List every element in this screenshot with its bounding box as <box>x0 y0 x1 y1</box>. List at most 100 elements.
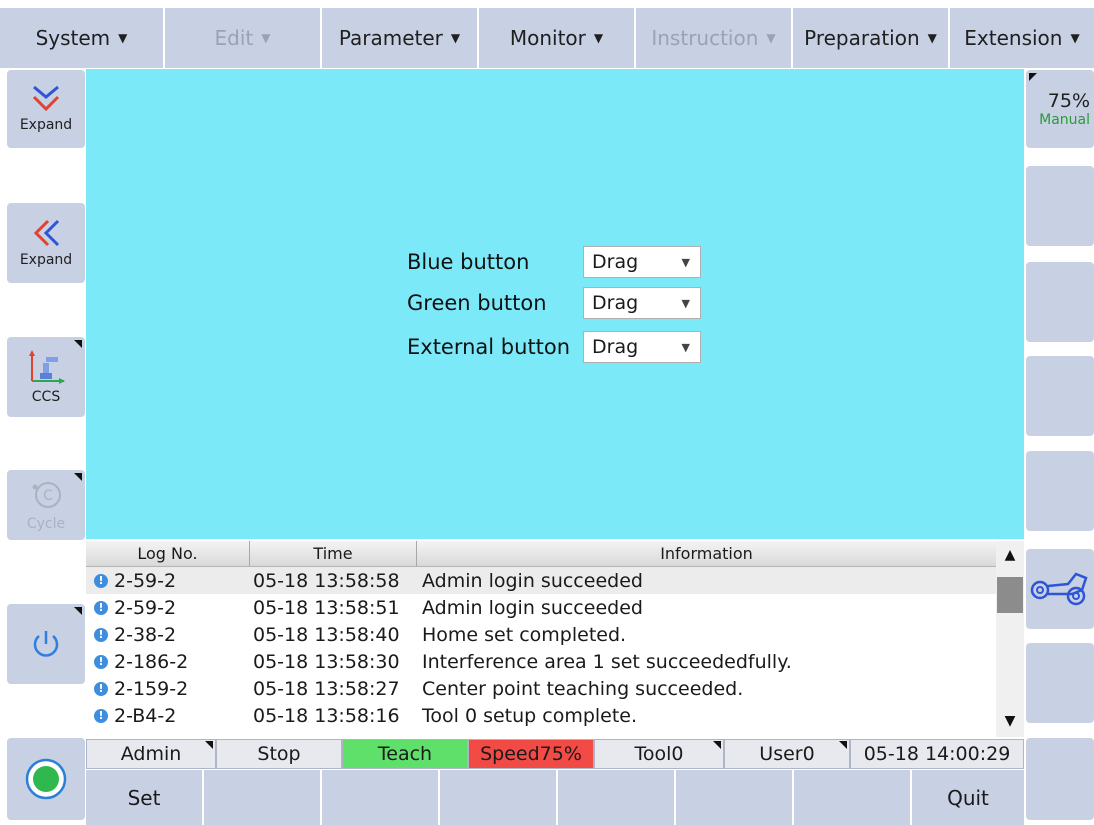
status-datetime-value: 05-18 14:00:29 <box>863 743 1011 765</box>
menu-system[interactable]: System ▼ <box>0 8 165 68</box>
speed-value: 75% <box>1047 90 1090 112</box>
dropdown-arrow-icon: ▼ <box>681 340 690 354</box>
log-info: Home set completed. <box>422 623 627 646</box>
expand-down-label: Expand <box>19 117 73 133</box>
menu-preparation-label: Preparation <box>804 26 920 50</box>
expand-left-button[interactable]: Expand <box>7 203 85 283</box>
status-speed-value: Speed75% <box>480 743 582 765</box>
log-no: 2-186-2 <box>114 650 189 673</box>
info-icon: ! <box>94 681 108 696</box>
dropdown-caret-icon: ▼ <box>593 31 604 45</box>
submenu-marker-icon <box>74 473 82 481</box>
function-button-7[interactable] <box>794 770 912 825</box>
scroll-down-arrow-icon[interactable]: ▼ <box>996 707 1024 735</box>
right-button-5[interactable] <box>1026 451 1094 531</box>
submenu-marker-icon <box>74 340 82 348</box>
right-button-8[interactable] <box>1026 738 1094 820</box>
status-mode-value: Teach <box>377 743 433 765</box>
cycle-icon: C <box>32 482 61 508</box>
speed-mode-button[interactable]: 75% Manual <box>1026 70 1094 148</box>
function-button-2[interactable] <box>204 770 322 825</box>
dropdown-arrow-icon: ▼ <box>681 255 690 269</box>
status-datetime: 05-18 14:00:29 <box>850 739 1024 769</box>
cycle-button[interactable]: C Cycle <box>7 470 85 540</box>
expand-down-button[interactable]: Expand <box>7 70 85 148</box>
function-button-6[interactable] <box>676 770 794 825</box>
right-button-7[interactable] <box>1026 643 1094 723</box>
blue-button-label: Blue button <box>407 250 530 274</box>
submenu-marker-icon <box>713 741 721 749</box>
robot-arm-icon <box>1030 572 1088 606</box>
function-button-3[interactable] <box>322 770 440 825</box>
ccs-button[interactable]: CCS <box>7 337 85 417</box>
status-state-value: Stop <box>257 743 301 765</box>
log-row[interactable]: ! 2-B4-2 05-18 13:58:16 Tool 0 setup comp… <box>86 702 996 729</box>
bottom-toolbar: Set Quit <box>86 770 1024 825</box>
info-icon: ! <box>94 708 108 723</box>
right-button-4[interactable] <box>1026 356 1094 436</box>
status-user-value: Admin <box>120 743 182 765</box>
log-no: 2-B4-2 <box>114 704 177 727</box>
double-chevron-left-icon <box>33 219 60 247</box>
log-row[interactable]: ! 2-159-2 05-18 13:58:27 Center point tea… <box>86 675 996 702</box>
menu-extension[interactable]: Extension ▼ <box>950 8 1094 68</box>
scroll-thumb[interactable] <box>997 577 1023 613</box>
menu-instruction[interactable]: Instruction ▼ <box>636 8 793 68</box>
log-scrollbar[interactable]: ▲ ▼ <box>996 541 1024 737</box>
status-tool[interactable]: Tool0 <box>594 739 724 769</box>
ccs-label: CCS <box>31 389 61 405</box>
log-header-time: Time <box>313 544 353 563</box>
blue-button-select[interactable]: Drag ▼ <box>583 246 701 278</box>
log-row[interactable]: ! 2-59-2 05-18 13:58:58 Admin login succe… <box>86 567 996 594</box>
power-icon <box>33 631 59 657</box>
dropdown-caret-icon: ▼ <box>927 31 937 45</box>
set-button-label: Set <box>127 785 161 810</box>
robot-button[interactable] <box>1026 549 1094 629</box>
log-header-no: Log No. <box>137 544 198 563</box>
svg-text:C: C <box>43 488 53 504</box>
log-row[interactable]: ! 2-59-2 05-18 13:58:51 Admin login succe… <box>86 594 996 621</box>
function-button-5[interactable] <box>558 770 676 825</box>
workspace: Blue button Drag ▼ Green button Drag ▼ E… <box>86 69 1024 539</box>
external-button-label: External button <box>407 335 571 359</box>
green-button-select[interactable]: Drag ▼ <box>583 287 701 319</box>
dropdown-caret-icon: ▼ <box>766 31 776 45</box>
info-icon: ! <box>94 600 108 615</box>
scroll-up-arrow-icon[interactable]: ▲ <box>996 541 1024 569</box>
menu-preparation[interactable]: Preparation ▼ <box>793 8 950 68</box>
robot-coordinate-icon <box>29 350 65 384</box>
status-user[interactable]: Admin <box>86 739 216 769</box>
menu-edit-label: Edit <box>214 26 254 50</box>
log-row[interactable]: ! 2-38-2 05-18 13:58:40 Home set complete… <box>86 621 996 648</box>
power-button[interactable] <box>7 604 85 684</box>
log-time: 05-18 13:58:40 <box>253 623 400 646</box>
log-time: 05-18 13:58:16 <box>253 704 400 727</box>
function-button-4[interactable] <box>440 770 558 825</box>
form-row-green: Green button Drag ▼ <box>407 287 701 319</box>
log-row[interactable]: ! 2-186-2 05-18 13:58:30 Interference are… <box>86 648 996 675</box>
log-no: 2-159-2 <box>114 677 189 700</box>
log-no: 2-59-2 <box>114 596 177 619</box>
cycle-label: Cycle <box>26 516 66 532</box>
dropdown-arrow-icon: ▼ <box>681 296 690 310</box>
expand-left-label: Expand <box>19 252 73 268</box>
status-user-frame[interactable]: User0 <box>724 739 850 769</box>
menu-edit[interactable]: Edit ▼ <box>165 8 322 68</box>
right-button-2[interactable] <box>1026 166 1094 246</box>
dropdown-caret-icon: ▼ <box>1070 31 1080 45</box>
right-button-3[interactable] <box>1026 262 1094 342</box>
quit-button[interactable]: Quit <box>912 770 1024 825</box>
double-chevron-down-icon <box>32 85 60 112</box>
menu-parameter[interactable]: Parameter ▼ <box>322 8 479 68</box>
menu-parameter-label: Parameter <box>338 26 443 50</box>
set-button[interactable]: Set <box>86 770 204 825</box>
log-no: 2-38-2 <box>114 623 177 646</box>
status-mode: Teach <box>342 739 468 769</box>
start-button[interactable] <box>7 738 85 820</box>
external-button-select[interactable]: Drag ▼ <box>583 331 701 363</box>
status-speed: Speed75% <box>468 739 594 769</box>
green-button-select-value: Drag <box>592 292 639 314</box>
menu-monitor[interactable]: Monitor ▼ <box>479 8 636 68</box>
status-tool-value: Tool0 <box>634 743 684 765</box>
status-user-frame-value: User0 <box>759 743 815 765</box>
